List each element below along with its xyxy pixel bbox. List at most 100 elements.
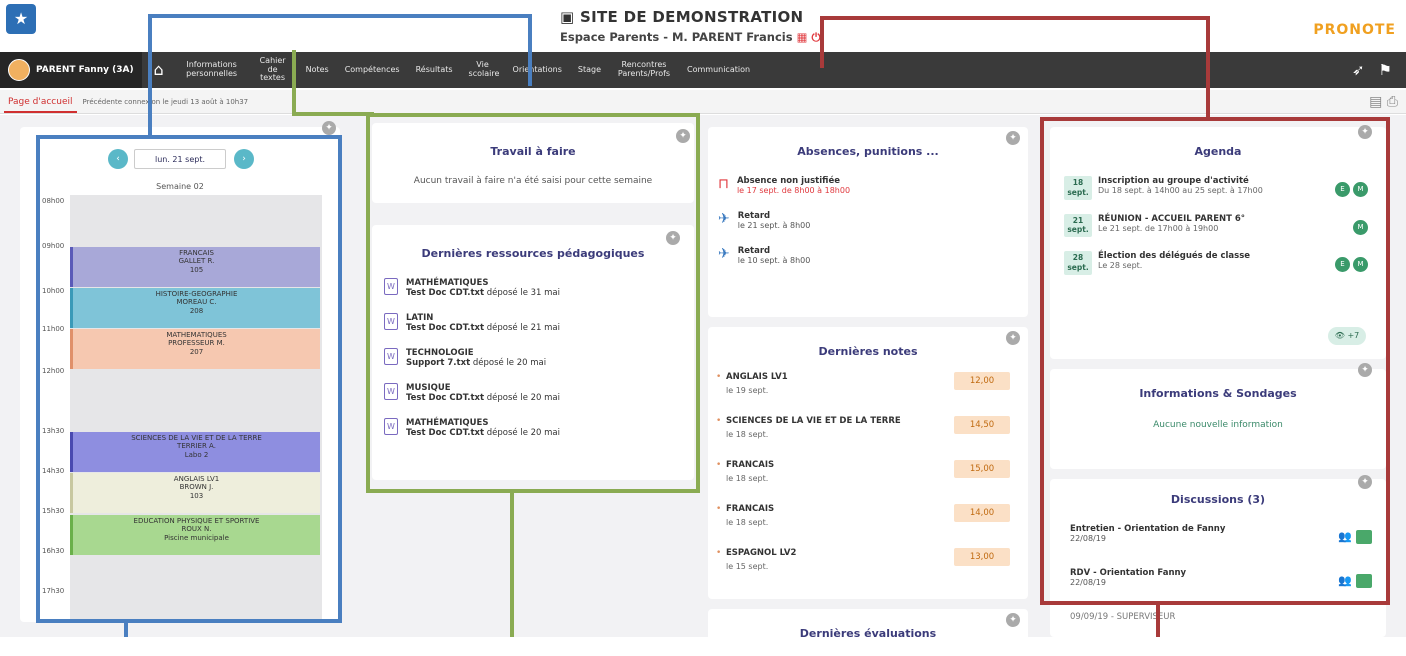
prev-day-button[interactable]: ‹ <box>108 149 128 169</box>
grade-item[interactable]: FRANCAISle 18 sept.15,00 <box>716 460 1028 504</box>
resource-item[interactable]: W MATHÉMATIQUES Test Doc CDT.txt déposé le… <box>384 278 694 298</box>
calendar-icon[interactable]: ▦ <box>797 30 808 44</box>
hour-label: 08h00 <box>42 197 65 205</box>
course-block[interactable]: MATHEMATIQUES PROFESSEUR M. 207 <box>70 329 320 369</box>
absences-panel: ✦ Absences, punitions ... ⊓ Absence non j… <box>708 127 1028 317</box>
nav-item-communication[interactable]: Communication <box>679 65 758 75</box>
absence-icon: ⊓ <box>718 176 729 192</box>
print-icon[interactable]: ⎙ <box>1387 94 1398 110</box>
nav-item-vie-scolaire[interactable]: Vie scolaire <box>461 60 505 79</box>
discussion-item[interactable]: Entretien - Orientation de Fanny 22/08/19… <box>1070 524 1386 568</box>
connector-line <box>820 16 1210 20</box>
evaluations-panel: ✦ Dernières évaluations <box>708 609 1028 649</box>
document-icon: W <box>384 313 398 330</box>
grade-item[interactable]: ESPAGNOL LV2le 15 sept.13,00 <box>716 548 1028 592</box>
document-icon: W <box>384 383 398 400</box>
resource-item[interactable]: W TECHNOLOGIE Support 7.txt déposé le 20 m… <box>384 348 694 368</box>
info-title: Informations & Sondages <box>1139 387 1297 400</box>
grade-value: 14,00 <box>954 504 1010 522</box>
nav-item-stage[interactable]: Stage <box>570 65 609 75</box>
hour-label: 12h00 <box>42 367 65 375</box>
course-block[interactable]: ANGLAIS LV1 BROWN J. 103 <box>70 473 320 513</box>
grade-value: 13,00 <box>954 548 1010 566</box>
schedule-panel: ✦ ‹ lun. 21 sept. › Semaine 02 08h00 09h… <box>20 121 340 622</box>
send-icon[interactable]: ➶ <box>1352 61 1365 79</box>
grade-item[interactable]: ANGLAIS LV1le 19 sept.12,00 <box>716 372 1028 416</box>
settings-icon[interactable]: ✦ <box>1006 131 1020 145</box>
runner-icon: ✈ <box>718 246 730 262</box>
discussions-title: Discussions (3) <box>1170 493 1266 506</box>
grade-value: 12,00 <box>954 372 1010 390</box>
settings-icon[interactable]: ✦ <box>1358 475 1372 489</box>
settings-icon[interactable]: ✦ <box>322 121 336 135</box>
discussion-item[interactable]: RDV - Orientation Fanny 22/08/19 👥 <box>1070 568 1386 612</box>
absence-item[interactable]: ✈ Retard le 21 sept. à 8h00 <box>718 211 1028 230</box>
breadcrumb: Page d'accueil Précédente connexion le j… <box>0 90 1406 114</box>
document-icon: W <box>384 278 398 295</box>
evaluations-title: Dernières évaluations <box>799 627 937 640</box>
hour-label: 17h30 <box>42 587 65 595</box>
agenda-title: Agenda <box>1194 145 1242 158</box>
course-block[interactable]: SCIENCES DE LA VIE ET DE LA TERRE TERRIER… <box>70 432 320 472</box>
space-title: Espace Parents - M. PARENT Francis ▦ ⏻ <box>560 30 821 44</box>
people-icon: 👥 <box>1338 574 1352 587</box>
settings-icon[interactable]: ✦ <box>1006 613 1020 627</box>
nav-item-cahier[interactable]: Cahier de textes <box>248 56 298 83</box>
resource-item[interactable]: W MUSIQUE Test Doc CDT.txt déposé le 20 ma… <box>384 383 694 403</box>
last-connection: Précédente connexion le jeudi 13 août à … <box>82 97 249 106</box>
nav-item-resultats[interactable]: Résultats <box>408 65 461 75</box>
hour-label: 16h30 <box>42 547 65 555</box>
nav-item-notes[interactable]: Notes <box>298 65 337 75</box>
agenda-item[interactable]: 28 sept. Élection des délégués de classe Le… <box>1064 251 1386 275</box>
grade-item[interactable]: SCIENCES DE LA VIE ET DE LA TERREle 18 s… <box>716 416 1028 460</box>
resource-item[interactable]: W MATHÉMATIQUES Test Doc CDT.txt déposé le… <box>384 418 694 438</box>
grade-item[interactable]: FRANCAISle 18 sept.14,00 <box>716 504 1028 548</box>
settings-icon[interactable]: ✦ <box>676 129 690 143</box>
document-icon: W <box>384 418 398 435</box>
discussion-item[interactable]: 09/09/19 - SUPERVISEUR <box>1070 612 1386 656</box>
main-nav: PARENT Fanny (3A) ⌂ Informations personn… <box>0 52 1406 88</box>
homework-panel: ✦ Travail à faire Aucun travail à faire … <box>372 123 694 203</box>
message-count-badge <box>1356 530 1372 544</box>
document-icon: W <box>384 348 398 365</box>
date-picker[interactable]: lun. 21 sept. <box>134 149 226 169</box>
runner-icon: ✈ <box>718 211 730 227</box>
settings-icon[interactable]: ✦ <box>1358 363 1372 377</box>
nav-item-orientations[interactable]: Orientations <box>505 65 570 75</box>
info-empty: Aucune nouvelle information <box>1153 420 1283 430</box>
home-icon[interactable]: ⌂ <box>142 52 176 88</box>
next-day-button[interactable]: › <box>234 149 254 169</box>
agenda-panel: ✦ Agenda 18 sept. Inscription au groupe d'… <box>1050 125 1386 359</box>
home-tab[interactable]: Page d'accueil <box>4 91 77 113</box>
grades-panel: ✦ Dernières notes ANGLAIS LV1le 19 sept.… <box>708 327 1028 599</box>
nav-item-competences[interactable]: Compétences <box>337 65 408 75</box>
power-icon[interactable]: ⏻ <box>811 30 820 44</box>
grade-value: 15,00 <box>954 460 1010 478</box>
course-block[interactable]: FRANCAIS GALLET R. 105 <box>70 247 320 287</box>
course-block[interactable]: EDUCATION PHYSIQUE ET SPORTIVE ROUX N. Pis… <box>70 515 320 555</box>
course-block[interactable]: HISTOIRE-GEOGRAPHIE MOREAU C. 208 <box>70 288 320 328</box>
agenda-more-button[interactable]: 👁 +7 <box>1328 327 1366 345</box>
week-label: Semaine 02 <box>156 182 204 191</box>
nav-item-informations[interactable]: Informations personnelles <box>176 60 248 79</box>
settings-icon[interactable]: ✦ <box>1006 331 1020 345</box>
absence-item[interactable]: ⊓ Absence non justifiée le 17 sept. de 8h0… <box>718 176 1028 195</box>
avatar <box>8 59 30 81</box>
site-title: ▣ SITE DE DEMONSTRATION <box>560 8 804 26</box>
settings-icon[interactable]: ✦ <box>1358 125 1372 139</box>
discussions-panel: ✦ Discussions (3) Entretien - Orientatio… <box>1050 475 1386 637</box>
save-icon[interactable]: ▤ <box>1369 94 1382 110</box>
hour-label: 11h00 <box>42 325 65 333</box>
homework-empty: Aucun travail à faire n'a été saisi pour… <box>413 176 653 186</box>
absence-item[interactable]: ✈ Retard le 10 sept. à 8h00 <box>718 246 1028 265</box>
notifications-icon[interactable]: ⚑ <box>1379 61 1392 79</box>
resource-item[interactable]: W LATIN Test Doc CDT.txt déposé le 21 mai <box>384 313 694 333</box>
people-icon: 👥 <box>1338 530 1352 543</box>
nav-item-rencontres[interactable]: Rencontres Parents/Profs <box>609 60 679 79</box>
user-switcher[interactable]: PARENT Fanny (3A) <box>0 52 142 88</box>
agenda-item[interactable]: 18 sept. Inscription au groupe d'activité D… <box>1064 176 1386 200</box>
dashboard: ✦ ‹ lun. 21 sept. › Semaine 02 08h00 09h… <box>0 113 1406 649</box>
agenda-item[interactable]: 21 sept. RÉUNION - ACCUEIL PARENT 6° Le 21 … <box>1064 213 1386 237</box>
settings-icon[interactable]: ✦ <box>666 231 680 245</box>
connector-line <box>148 14 532 18</box>
